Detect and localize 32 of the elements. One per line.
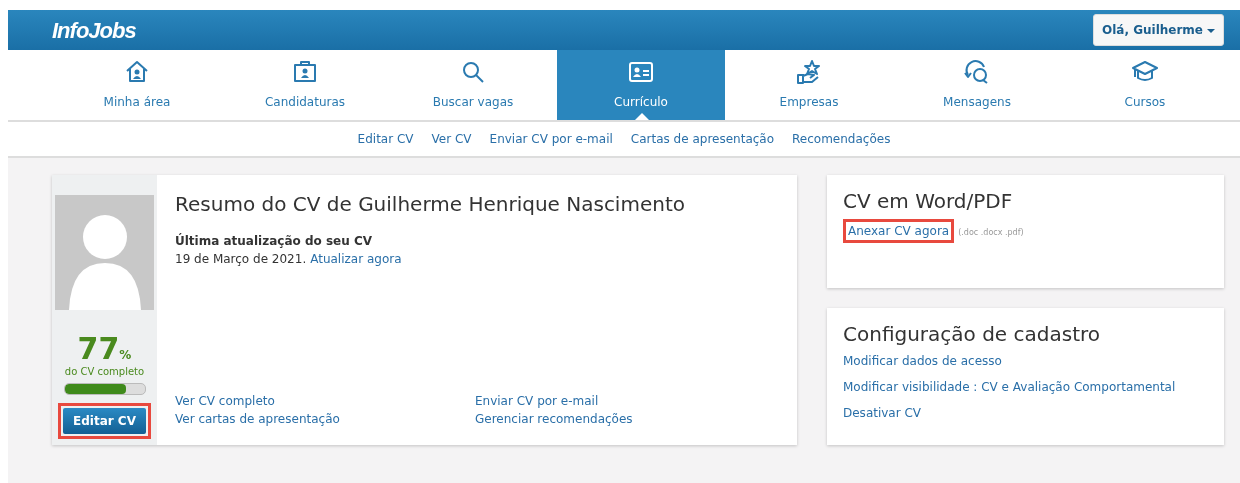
summary-link[interactable]: Ver cartas de apresentação <box>175 410 340 428</box>
summary-title: Resumo do CV de Guilherme Henrique Nascimento <box>175 192 686 216</box>
logo[interactable]: InfoJobs <box>52 13 136 47</box>
summary-link[interactable]: Gerenciar recomendações <box>475 410 633 428</box>
edit-cv-button[interactable]: Editar CV <box>63 408 146 435</box>
nav-tab[interactable]: Buscar vagas <box>389 50 557 120</box>
file-formats: (.doc .docx .pdf) <box>958 228 1024 237</box>
summary-link[interactable]: Ver CV completo <box>175 392 275 410</box>
completion-label: do CV completo <box>64 365 145 379</box>
nav-tab[interactable]: Candidaturas <box>221 50 389 120</box>
subnav-link[interactable]: Enviar CV por e-mail <box>489 130 613 148</box>
last-update-label: Última atualização do seu CV <box>175 232 373 250</box>
attach-cv-link[interactable]: Anexar CV agora <box>848 224 950 238</box>
update-date: 19 de Março de 2021. <box>175 251 307 268</box>
settings-link[interactable]: Modificar visibilidade : CV e Avaliação Comportamental <box>843 378 1176 396</box>
nav-tab[interactable]: Cursos <box>1061 50 1229 120</box>
nav-tab[interactable]: Minha área <box>53 50 221 120</box>
settings-link[interactable]: Desativar CV <box>843 404 922 422</box>
subnav-link[interactable]: Cartas de apresentação <box>630 130 775 148</box>
card-title: Configuração de cadastro <box>843 322 1101 346</box>
settings-link[interactable]: Modificar dados de acesso <box>843 352 1002 370</box>
summary-link[interactable]: Enviar CV por e-mail <box>475 392 599 410</box>
nav-tab[interactable]: Currículo <box>557 50 725 120</box>
nav-tab[interactable]: Mensagens <box>893 50 1061 120</box>
update-link[interactable]: Atualizar agora <box>310 250 402 268</box>
subnav-link[interactable]: Editar CV <box>357 130 414 148</box>
subnav-link[interactable]: Ver CV <box>431 130 472 148</box>
completion-percentage: 77% <box>77 334 132 364</box>
card-title: CV em Word/PDF <box>843 189 1014 213</box>
subnav-link[interactable]: Recomendações <box>792 130 891 148</box>
nav-tab[interactable]: Empresas <box>725 50 893 120</box>
user-menu-button[interactable]: Olá, Guilherme <box>1093 14 1224 46</box>
